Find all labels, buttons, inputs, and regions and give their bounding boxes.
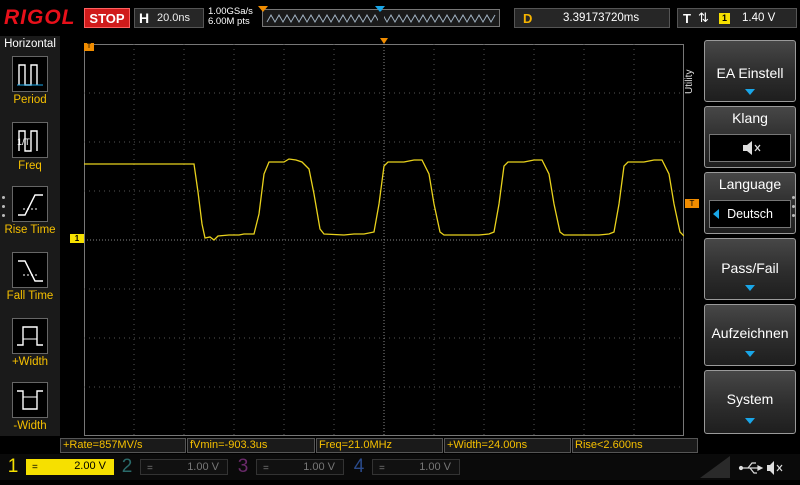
channel-scale-box: = 1.00 V xyxy=(256,459,344,475)
sound-value-box xyxy=(709,134,791,162)
channel-4-indicator[interactable]: 4 = 1.00 V xyxy=(350,456,462,478)
measure-label: Period xyxy=(13,94,47,106)
channel-scale-box: = 2.00 V xyxy=(26,459,114,475)
measurement-item[interactable]: +Rate=857MV/s xyxy=(60,438,186,453)
delay-key: D xyxy=(523,11,533,26)
fall-time-icon xyxy=(12,252,48,288)
measure-label: Rise Time xyxy=(4,224,56,236)
chevron-down-icon xyxy=(745,418,755,424)
rise-time-icon xyxy=(12,186,48,222)
run-stop-indicator[interactable]: STOP xyxy=(84,8,130,28)
trigger-level: 1.40 V xyxy=(742,12,776,24)
trigger-delay-marker xyxy=(380,38,388,44)
memory-overview-strip[interactable] xyxy=(258,6,500,27)
rising-falling-edge-icon: ⇅ xyxy=(698,10,709,25)
measure-positive-width[interactable]: +Width xyxy=(0,318,60,382)
trigger-position-marker xyxy=(258,6,268,12)
chevron-down-icon xyxy=(745,89,755,95)
memory-depth: 6.00M pts xyxy=(208,16,250,27)
channel-1-indicator[interactable]: 1 = 2.00 V xyxy=(4,456,116,478)
usb-icon xyxy=(738,462,764,474)
menu-label: Language xyxy=(718,176,782,192)
measurement-item[interactable]: Rise<2.600ns xyxy=(572,438,698,453)
trigger-time-marker: T xyxy=(84,43,94,51)
channel-scale: 2.00 V xyxy=(74,460,106,472)
trigger-level-marker[interactable]: T xyxy=(685,199,699,208)
negative-width-icon xyxy=(12,382,48,418)
channel-scale: 1.00 V xyxy=(187,461,219,473)
waveform-display[interactable]: T xyxy=(84,38,685,436)
top-status-bar: RIGOL STOP H 20.0ns 1.00GSa/s 6.00M pts … xyxy=(0,0,800,36)
brand-logo: RIGOL xyxy=(4,6,76,29)
timebase-key: H xyxy=(139,10,150,26)
menu-button-io-settings[interactable]: EA Einstell xyxy=(704,40,796,102)
acquisition-info: 1.00GSa/s 6.00M pts xyxy=(208,7,253,27)
coupling-dc-icon: = xyxy=(263,463,269,474)
menu-button-record[interactable]: Aufzeichnen xyxy=(704,304,796,366)
measure-negative-width[interactable]: -Width xyxy=(0,382,60,446)
channel-number: 3 xyxy=(237,456,249,477)
measure-label: Freq xyxy=(18,160,42,172)
measure-label: +Width xyxy=(11,356,49,368)
chevron-down-icon xyxy=(745,285,755,291)
channel-number: 4 xyxy=(353,456,365,477)
menu-button-language[interactable]: Language Deutsch xyxy=(704,172,796,234)
speaker-muted-icon xyxy=(767,461,783,475)
channel-3-indicator[interactable]: 3 = 1.00 V xyxy=(234,456,346,478)
channel-scale-box: = 1.00 V xyxy=(140,459,228,475)
channel-scale: 1.00 V xyxy=(303,461,335,473)
menu-label: EA Einstell xyxy=(716,65,784,81)
frequency-icon: 1/T xyxy=(12,122,48,158)
chevron-down-icon xyxy=(745,351,755,357)
menu-label: Aufzeichnen xyxy=(711,325,789,341)
delay-value: 3.39173720ms xyxy=(563,12,640,24)
measure-label: -Width xyxy=(13,420,47,432)
menu-button-system[interactable]: System xyxy=(704,370,796,434)
language-value-box: Deutsch xyxy=(709,200,791,228)
coupling-dc-icon: = xyxy=(32,462,38,473)
measure-frequency[interactable]: 1/T Freq xyxy=(0,122,60,186)
panel-title: Horizontal xyxy=(4,38,56,50)
positive-width-icon xyxy=(12,318,48,354)
channel-2-indicator[interactable]: 2 = 1.00 V xyxy=(118,456,230,478)
channel-scale: 1.00 V xyxy=(419,461,451,473)
measure-period[interactable]: Period xyxy=(0,56,60,120)
scroll-dots-right xyxy=(792,196,796,223)
trigger-source-badge: 1 xyxy=(719,13,730,24)
memory-waveform-thumbnail xyxy=(266,10,496,26)
measurement-item[interactable]: +Width=24.00ns xyxy=(444,438,571,453)
delay-box[interactable]: D 3.39173720ms xyxy=(514,8,670,28)
period-icon xyxy=(12,56,48,92)
language-value: Deutsch xyxy=(727,207,773,221)
speaker-muted-icon xyxy=(743,141,761,155)
measure-label: Fall Time xyxy=(6,290,54,302)
view-center-marker xyxy=(375,6,385,12)
timebase-box[interactable]: H 20.0ns xyxy=(134,8,204,28)
menu-label: Pass/Fail xyxy=(721,260,779,276)
trigger-box[interactable]: T ⇅ 1 1.40 V xyxy=(677,8,797,28)
channel-number: 2 xyxy=(121,456,133,477)
menu-label: System xyxy=(726,391,774,407)
menu-button-pass-fail[interactable]: Pass/Fail xyxy=(704,238,796,300)
graticule xyxy=(84,44,685,436)
system-status-area xyxy=(700,456,800,480)
channel-scale-box: = 1.00 V xyxy=(372,459,460,475)
coupling-dc-icon: = xyxy=(379,463,385,474)
measure-fall-time[interactable]: Fall Time xyxy=(0,252,60,316)
horizontal-measure-panel: Horizontal Period 1/T Freq Rise Time Fal… xyxy=(0,36,60,436)
measurement-item[interactable]: Freq=21.0MHz xyxy=(316,438,443,453)
ch1-ground-marker[interactable]: 1 xyxy=(70,234,84,243)
channel-number: 1 xyxy=(7,456,19,477)
timebase-value: 20.0ns xyxy=(157,12,191,24)
menu-tab-utility: Utility xyxy=(684,69,695,95)
measure-rise-time[interactable]: Rise Time xyxy=(0,186,60,250)
trigger-key: T xyxy=(683,11,691,26)
measurement-item[interactable]: fVmin=-903.3us xyxy=(187,438,315,453)
scroll-dots-left xyxy=(2,196,6,223)
menu-button-sound[interactable]: Klang xyxy=(704,106,796,168)
menu-label: Klang xyxy=(732,110,768,126)
svg-text:1/T: 1/T xyxy=(17,137,31,147)
coupling-dc-icon: = xyxy=(147,463,153,474)
